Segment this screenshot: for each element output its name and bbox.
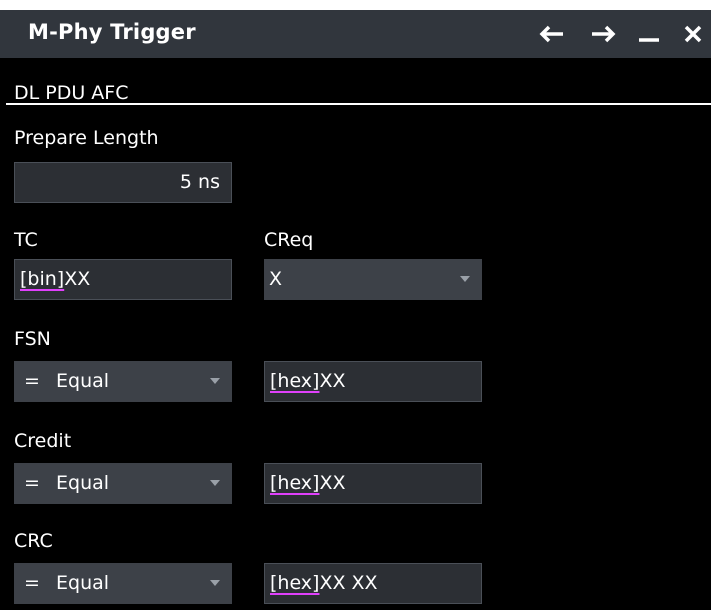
- credit-label: Credit: [14, 430, 72, 452]
- chevron-down-icon: [460, 276, 470, 282]
- credit-input[interactable]: [hex]XX: [264, 463, 482, 504]
- chevron-down-icon: [210, 580, 220, 586]
- crc-operator-value: Equal: [56, 572, 110, 594]
- prepare-length-input[interactable]: 5 ns: [14, 162, 232, 203]
- crc-input[interactable]: [hex]XX XX: [264, 563, 482, 604]
- crc-value: XX XX: [319, 572, 378, 594]
- prepare-length-label: Prepare Length: [14, 127, 159, 149]
- close-button[interactable]: [673, 10, 711, 58]
- section-title: DL PDU AFC: [14, 82, 129, 104]
- chevron-down-icon: [210, 480, 220, 486]
- fsn-label: FSN: [14, 328, 51, 350]
- close-icon: [683, 24, 703, 44]
- title-bar: M-Phy Trigger: [0, 10, 711, 58]
- tc-value: XX: [64, 268, 91, 290]
- chevron-down-icon: [210, 378, 220, 384]
- credit-operator-symbol: =: [24, 472, 40, 494]
- forward-icon: [590, 25, 616, 43]
- m-phy-trigger-dialog: M-Phy Trigger DL PDU AFC Prepare Length …: [0, 10, 711, 610]
- credit-value: XX: [319, 472, 346, 494]
- fsn-operator-dropdown[interactable]: = Equal: [14, 361, 232, 402]
- section-divider: [6, 103, 711, 105]
- creq-label: CReq: [264, 229, 314, 251]
- back-icon: [539, 25, 565, 43]
- creq-dropdown[interactable]: X: [264, 259, 482, 300]
- fsn-input[interactable]: [hex]XX: [264, 361, 482, 402]
- minimize-icon: [638, 25, 660, 43]
- creq-value: X: [269, 268, 283, 290]
- fsn-operator-symbol: =: [24, 370, 40, 392]
- credit-operator-value: Equal: [56, 472, 110, 494]
- crc-format-prefix: [hex]: [270, 572, 320, 594]
- tc-label: TC: [14, 229, 38, 251]
- fsn-format-prefix: [hex]: [270, 370, 320, 392]
- back-button[interactable]: [532, 10, 572, 58]
- crc-operator-symbol: =: [24, 572, 40, 594]
- fsn-value: XX: [319, 370, 346, 392]
- minimize-button[interactable]: [629, 10, 669, 58]
- prepare-length-value: 5 ns: [179, 171, 220, 193]
- credit-format-prefix: [hex]: [270, 472, 320, 494]
- crc-label: CRC: [14, 530, 53, 552]
- fsn-operator-value: Equal: [56, 370, 110, 392]
- credit-operator-dropdown[interactable]: = Equal: [14, 463, 232, 504]
- forward-button[interactable]: [583, 10, 623, 58]
- tc-input[interactable]: [bin]XX: [14, 259, 232, 300]
- tc-format-prefix: [bin]: [20, 268, 65, 290]
- window-title: M-Phy Trigger: [28, 20, 196, 44]
- crc-operator-dropdown[interactable]: = Equal: [14, 563, 232, 604]
